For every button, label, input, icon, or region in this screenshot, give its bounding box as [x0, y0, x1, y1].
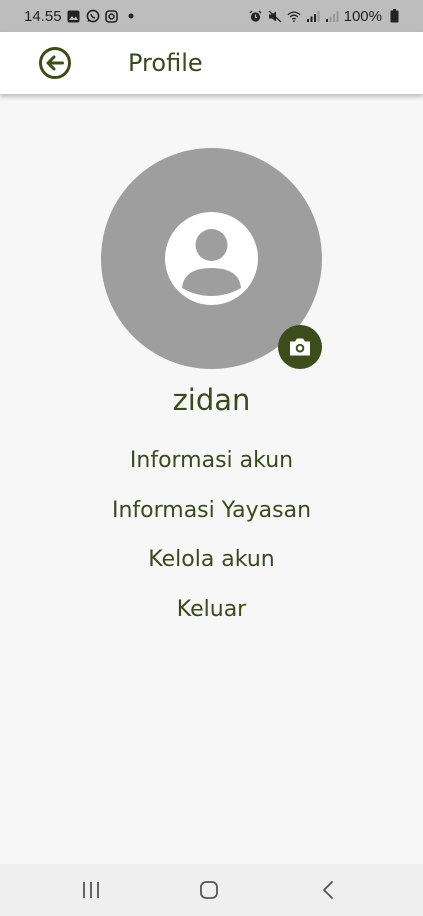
camera-icon: [290, 338, 310, 356]
home-button[interactable]: [197, 878, 221, 902]
signal-icon: [306, 9, 320, 23]
avatar-container: [101, 148, 322, 369]
whatsapp-icon: [86, 9, 100, 23]
recent-apps-button[interactable]: [79, 878, 103, 902]
profile-name: zidan: [172, 383, 251, 417]
dot-icon: [124, 9, 138, 23]
instagram-icon: [105, 9, 119, 23]
back-icon: [323, 881, 333, 899]
arrow-back-circle-icon: [39, 47, 71, 79]
app-bar: Profile: [0, 32, 423, 94]
status-right: 100%: [249, 8, 401, 25]
mute-icon: [268, 9, 282, 23]
status-left: 14.55: [24, 8, 138, 25]
back-nav-button[interactable]: [316, 878, 340, 902]
battery-percent: 100%: [343, 7, 382, 25]
recent-apps-icon: [83, 882, 99, 898]
battery-icon: [387, 9, 401, 23]
change-photo-button[interactable]: [278, 325, 322, 369]
system-nav-bar: [0, 864, 423, 916]
menu-item-keluar[interactable]: Keluar: [177, 589, 246, 639]
signal-icon: [325, 9, 339, 23]
page-title: Profile: [128, 49, 203, 77]
home-icon: [200, 881, 218, 899]
gallery-icon: [67, 9, 81, 23]
back-button[interactable]: [38, 46, 72, 80]
menu-item-kelola-akun[interactable]: Kelola akun: [148, 539, 274, 589]
menu-item-informasi-yayasan[interactable]: Informasi Yayasan: [112, 490, 311, 540]
account-circle-icon: [165, 212, 258, 305]
wifi-icon: [287, 9, 301, 23]
status-bar: 14.55 100%: [0, 0, 423, 32]
status-time: 14.55: [24, 7, 62, 25]
alarm-icon: [249, 9, 263, 23]
profile-menu: Informasi akun Informasi Yayasan Kelola …: [0, 440, 423, 638]
menu-item-informasi-akun[interactable]: Informasi akun: [130, 440, 293, 490]
